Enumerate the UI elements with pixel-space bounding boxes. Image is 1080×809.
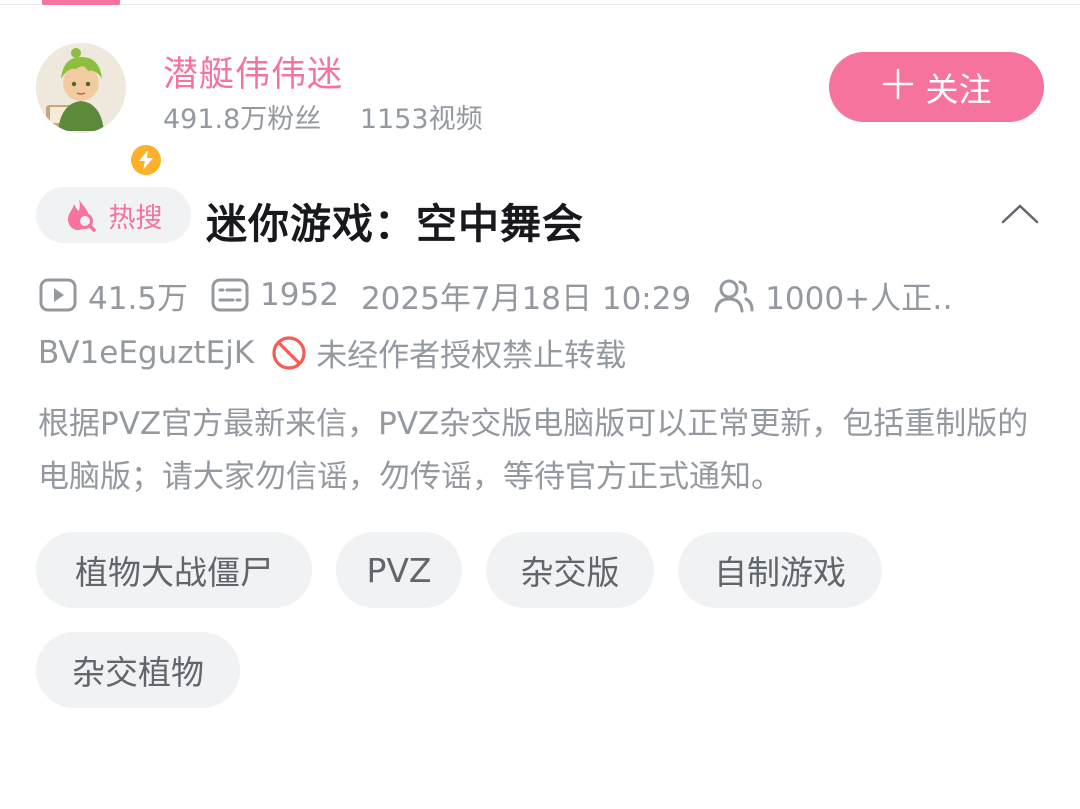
video-count: 1153视频 [359, 104, 483, 135]
no-repost-icon [272, 335, 306, 370]
follow-button[interactable]: 关注 [829, 52, 1044, 122]
bvid-line: BV1eEguztEjK 未经作者授权禁止转载 [38, 330, 626, 375]
copyright-notice: 未经作者授权禁止转载 [316, 338, 627, 374]
bvid[interactable]: BV1eEguztEjK [38, 335, 254, 371]
video-title: 迷你游戏：空中舞会 [206, 200, 584, 248]
follower-count: 491.8万粉丝 [163, 104, 322, 135]
top-divider [0, 0, 1080, 5]
play-count-icon [39, 278, 77, 312]
tag-chip[interactable]: 杂交植物 [36, 632, 240, 708]
avatar-image [36, 43, 126, 133]
hot-search-flame-icon [67, 199, 96, 232]
view-count: 41.5万 [88, 280, 189, 317]
tag-chip[interactable]: 杂交版 [486, 532, 654, 608]
active-tab-indicator [42, 0, 120, 5]
hot-search-pill[interactable]: 热搜 [36, 187, 191, 243]
video-description: 根据PVZ官方最新来信，PVZ杂交版电脑版可以正常更新，包括重制版的电脑版；请大… [38, 406, 1029, 495]
publish-datetime: 2025年7月18日 10:29 [360, 280, 692, 317]
hot-search-label: 热搜 [108, 202, 163, 234]
tag-chip[interactable]: 自制游戏 [678, 532, 882, 608]
verified-badge [128, 142, 164, 178]
plus-icon [882, 67, 914, 107]
danmaku-icon [211, 278, 249, 312]
uploader-name[interactable]: 潜艇伟伟迷 [163, 46, 343, 97]
follow-label: 关注 [925, 70, 992, 109]
divider-rule [0, 4, 1080, 5]
tag-chip[interactable]: PVZ [336, 532, 462, 608]
danmaku-count: 1952 [260, 277, 339, 313]
video-meta: 41.5万 1952 2025年7月18日 10:29 1000+人正‥ [38, 272, 1048, 318]
collapse-button[interactable] [1000, 198, 1040, 228]
chevron-up-icon [1001, 204, 1039, 224]
watching-count: 1000+人正‥ [765, 280, 953, 317]
uploader-stats: 491.8万粉丝 1153视频 [163, 97, 513, 136]
tag-chip[interactable]: 植物大战僵尸 [36, 532, 312, 608]
lightning-icon [139, 150, 153, 170]
avatar[interactable] [36, 43, 164, 178]
watching-people-icon [714, 279, 754, 313]
